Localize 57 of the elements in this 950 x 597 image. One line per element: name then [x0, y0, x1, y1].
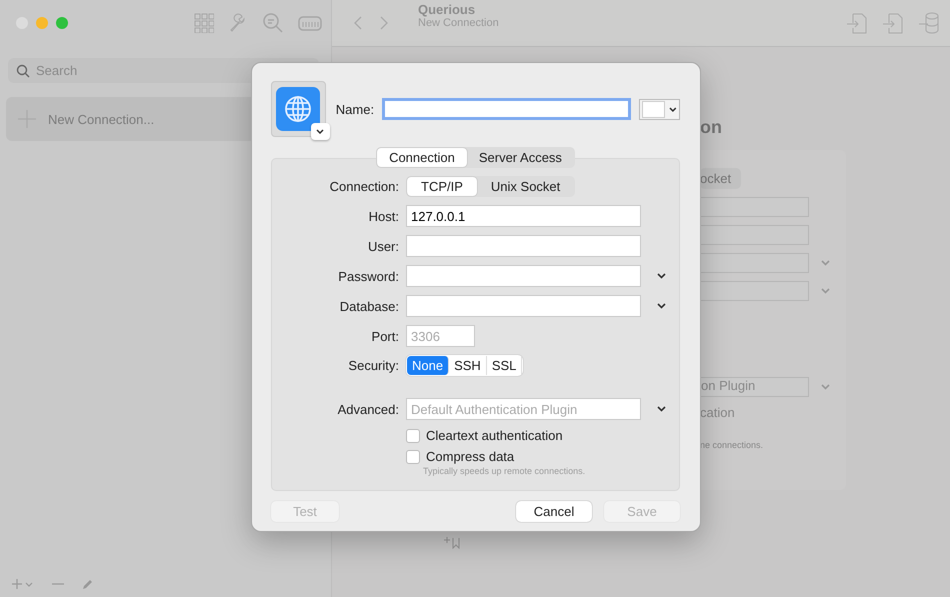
- file-import-icon[interactable]: [882, 11, 904, 35]
- field-label: Host:: [368, 208, 399, 224]
- text-field[interactable]: 3306: [406, 325, 475, 347]
- segment-option[interactable]: Unix Socket: [476, 177, 574, 196]
- window-title: Querious: [418, 2, 476, 16]
- segment-option[interactable]: SSH: [449, 356, 487, 375]
- hint-text: Typically speeds up remote connections.: [422, 466, 586, 476]
- dialog-button[interactable]: Cancel: [516, 501, 592, 522]
- tab[interactable]: Connection: [377, 148, 467, 167]
- chevron-down-icon: [316, 129, 324, 134]
- field-label: Password:: [337, 268, 399, 284]
- text-field[interactable]: 127.0.0.1: [406, 205, 641, 227]
- checkbox[interactable]: Compress data: [406, 449, 679, 464]
- combo-field[interactable]: [406, 265, 641, 287]
- field-label: User:: [366, 238, 399, 254]
- combo-field[interactable]: Default Authentication Plugin: [406, 398, 641, 420]
- page-title: on: [700, 117, 723, 138]
- combo-field[interactable]: [406, 295, 641, 317]
- segment-option[interactable]: SSL: [486, 356, 522, 375]
- color-picker[interactable]: [639, 98, 680, 120]
- import-icon[interactable]: [846, 11, 868, 35]
- field-label: Database:: [338, 298, 399, 314]
- forward-icon[interactable]: [380, 16, 388, 30]
- chevron-down-icon[interactable]: [656, 303, 666, 309]
- name-field[interactable]: [382, 98, 631, 120]
- chevron-down-icon[interactable]: [656, 273, 666, 279]
- globe-icon: [284, 95, 312, 123]
- search-icon: [16, 64, 30, 78]
- checkbox-label: cation: [700, 405, 736, 420]
- field-label: Advanced:: [336, 402, 399, 416]
- search-icon[interactable]: [262, 12, 284, 34]
- text-field[interactable]: [700, 225, 809, 245]
- chevron-down-icon[interactable]: [656, 406, 666, 412]
- text-field[interactable]: [700, 197, 809, 217]
- pencil-icon[interactable]: [82, 578, 94, 590]
- segment-option[interactable]: None: [407, 356, 450, 375]
- grid-icon[interactable]: [194, 13, 214, 33]
- checkbox[interactable]: Cleartext authentication: [406, 428, 679, 443]
- database-import-icon[interactable]: [918, 11, 940, 35]
- plus-icon[interactable]: [12, 579, 34, 589]
- segment-option[interactable]: TCP/IP: [407, 177, 477, 196]
- keyboard-icon[interactable]: [298, 14, 322, 32]
- minus-icon[interactable]: [52, 582, 64, 586]
- field-label: Connection:: [328, 179, 399, 194]
- field-label: Port:: [370, 328, 399, 344]
- field-label: Security:: [347, 358, 399, 373]
- add-bookmark-icon[interactable]: [444, 537, 462, 549]
- back-icon[interactable]: [354, 16, 362, 30]
- combo-field[interactable]: [700, 281, 809, 301]
- name-label: Name:: [336, 102, 374, 116]
- zoom-button[interactable]: [56, 17, 68, 29]
- text-field[interactable]: [406, 235, 641, 257]
- tab[interactable]: Server Access: [466, 148, 574, 167]
- icon-menu-button[interactable]: [310, 123, 330, 140]
- minimize-button[interactable]: [36, 17, 48, 29]
- combo-field[interactable]: [700, 253, 809, 273]
- chevron-down-icon: [669, 106, 677, 112]
